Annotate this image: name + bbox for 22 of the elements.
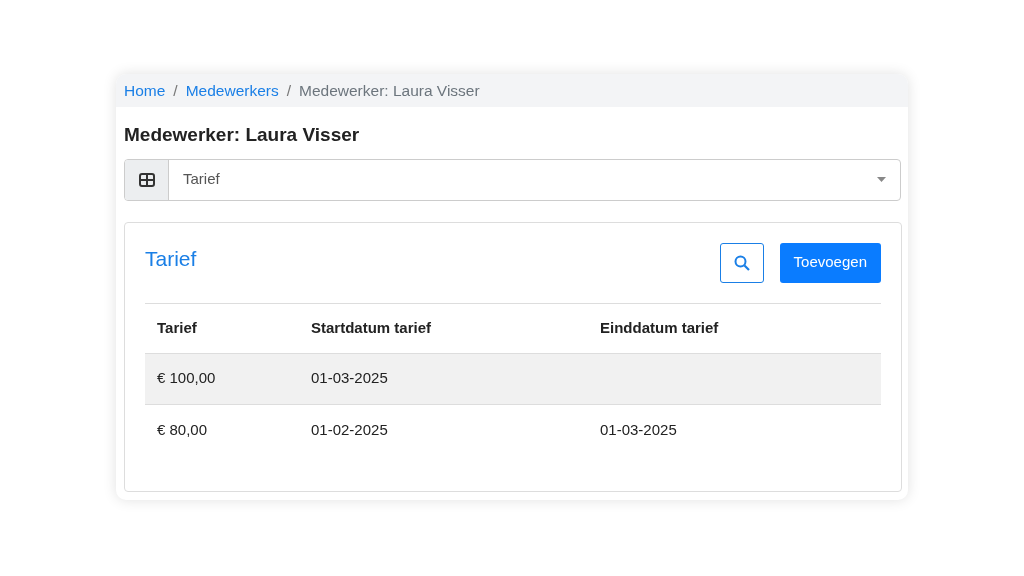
search-button[interactable]: [719, 242, 764, 283]
add-button[interactable]: Toevoegen: [779, 242, 881, 283]
column-header: Tarief: [156, 317, 198, 338]
table-cell: 01-02-2025: [311, 420, 388, 438]
card-title: Tarief: [145, 245, 197, 272]
table-cell: 01-03-2025: [600, 420, 677, 438]
select-value: Tarief: [183, 169, 220, 190]
breadcrumb-separator: /: [286, 80, 291, 101]
breadcrumb-link[interactable]: Home: [124, 78, 166, 103]
column-header: Startdatum tarief: [311, 317, 433, 338]
table-cell: € 100,00: [157, 369, 216, 387]
breadcrumb-link[interactable]: Medewerkers: [185, 78, 279, 103]
search-icon: [733, 254, 750, 271]
page-title: Medewerker: Laura Visser: [124, 123, 361, 147]
caret-icon: [877, 177, 886, 182]
section-select[interactable]: Tarief: [124, 158, 901, 201]
table-cell: € 80,00: [157, 420, 208, 438]
grid-icon: [138, 172, 155, 187]
table-cell: 01-03-2025: [311, 369, 388, 387]
breadcrumb-current: Medewerker: Laura Visser: [299, 80, 480, 101]
breadcrumb-separator: /: [173, 80, 178, 101]
column-header: Einddatum tarief: [600, 317, 720, 338]
